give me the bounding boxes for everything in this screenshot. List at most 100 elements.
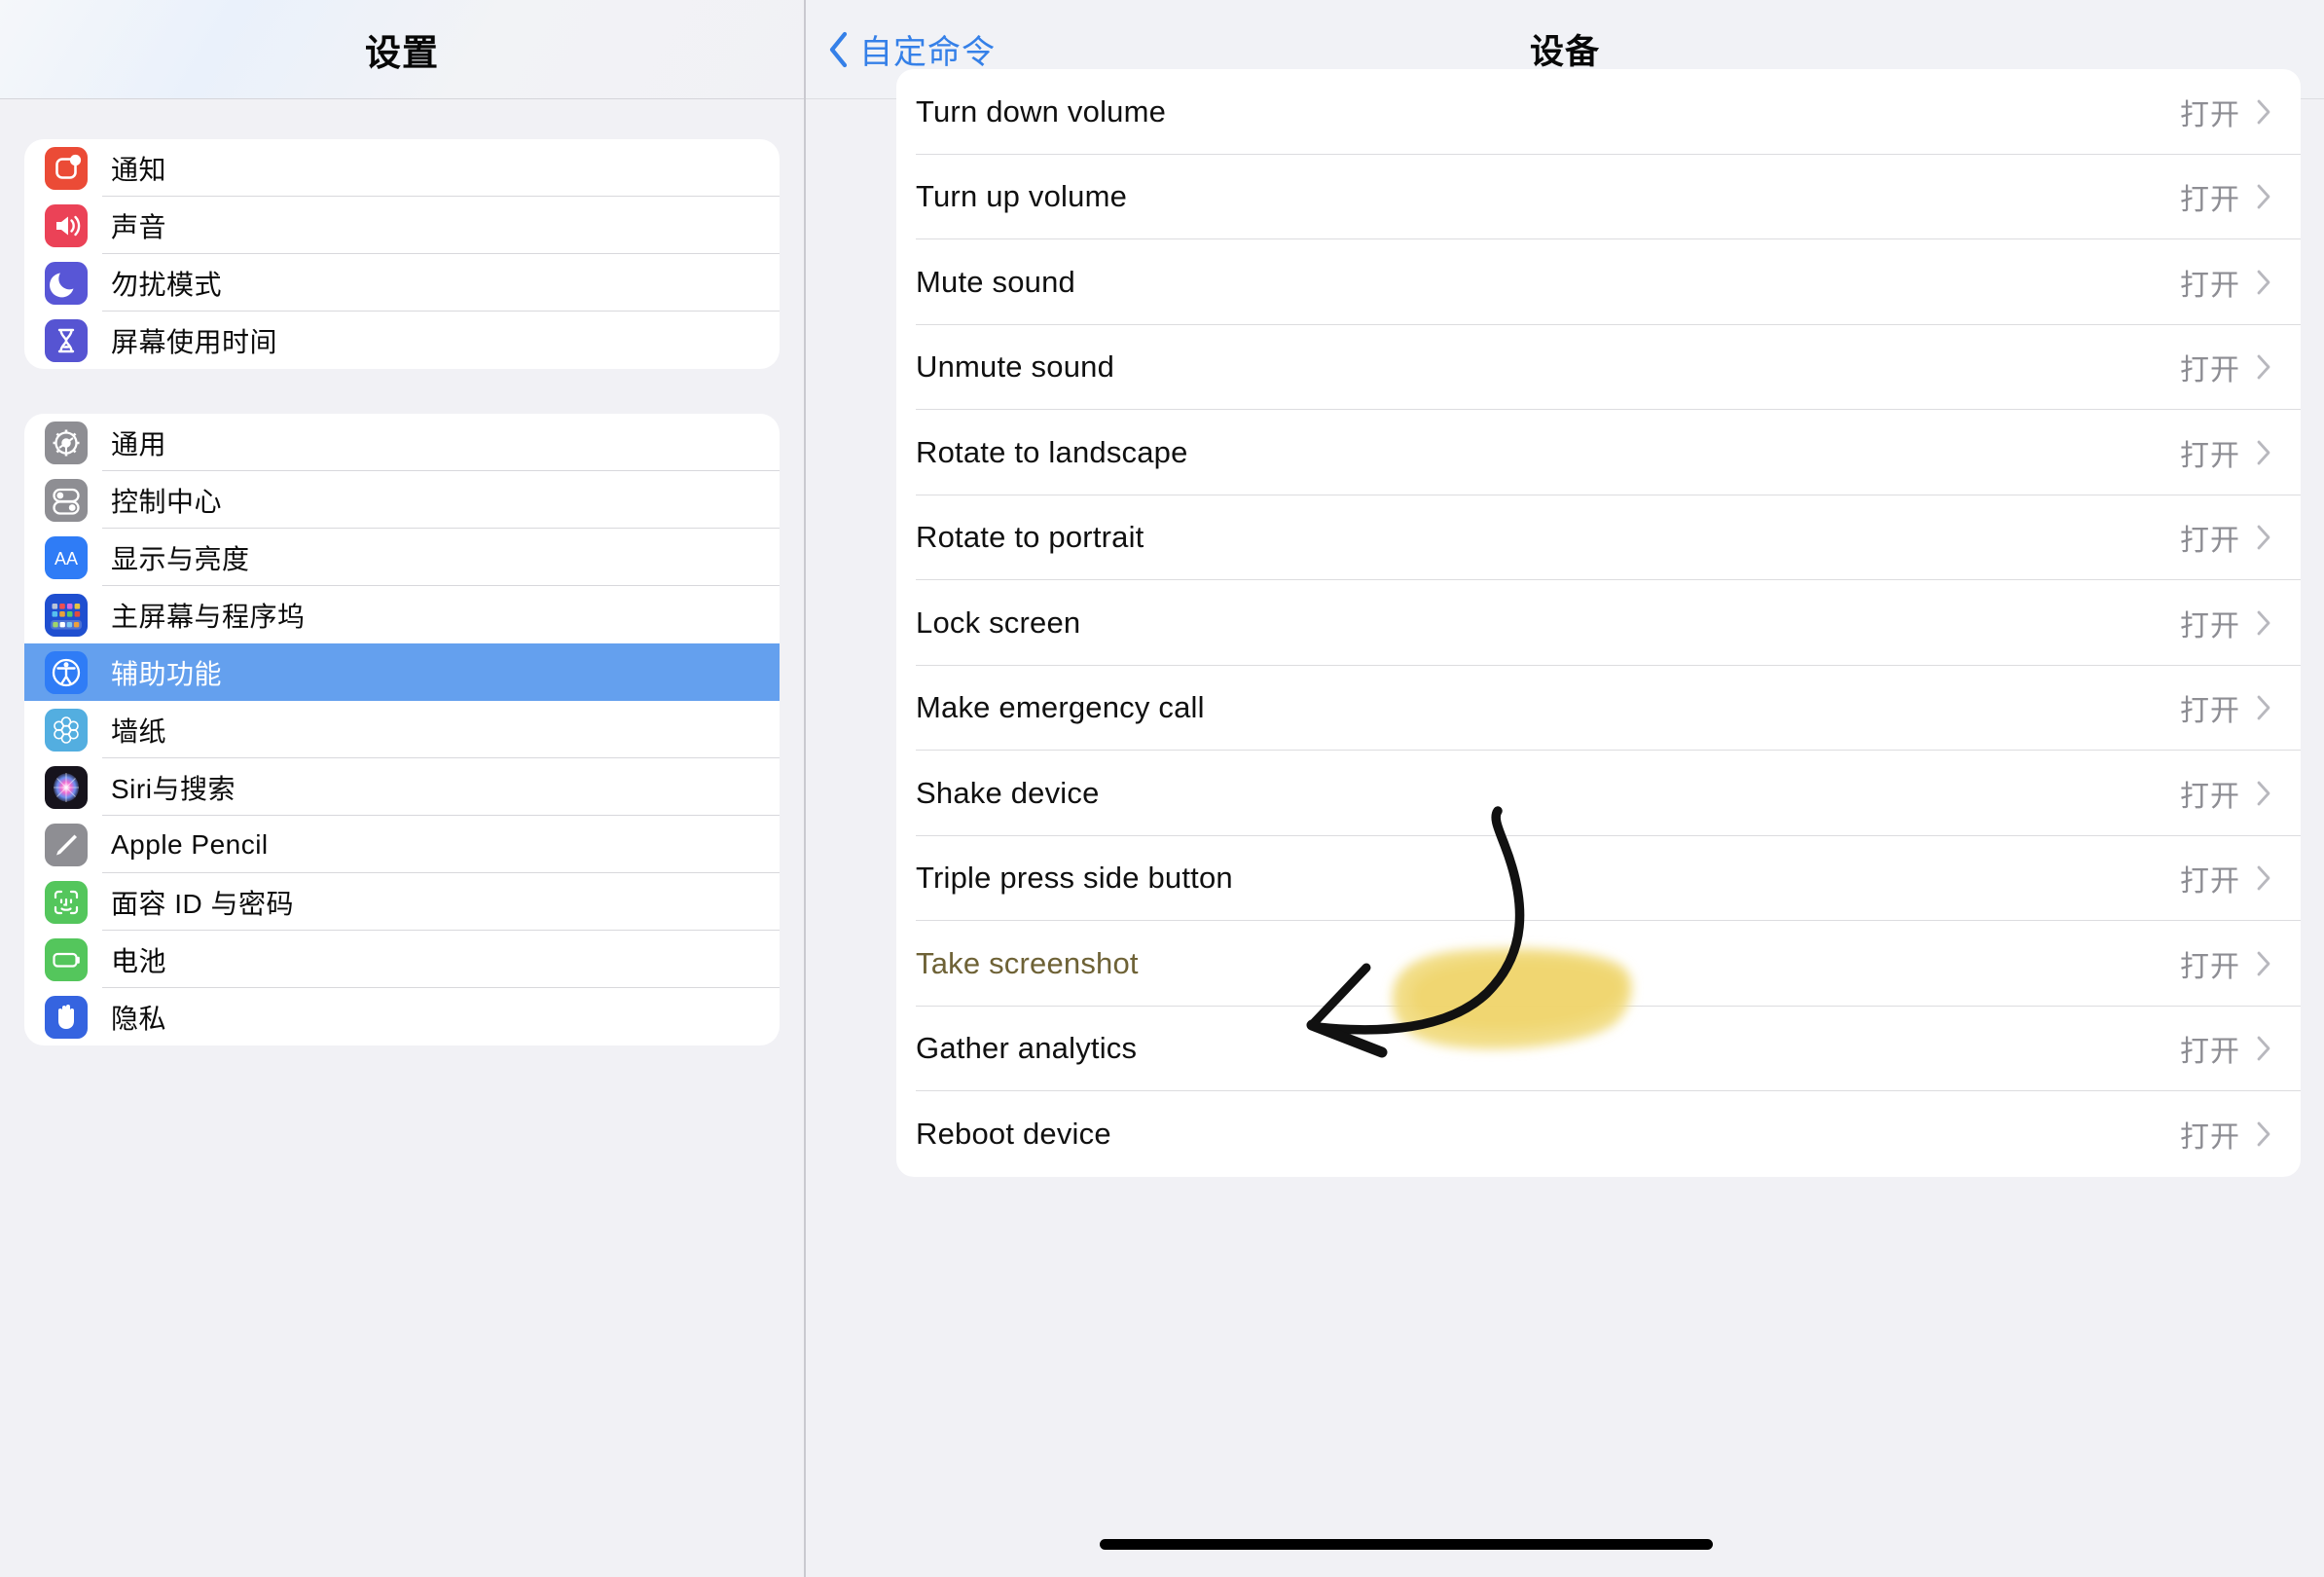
- sidebar-item-label: 声音: [111, 211, 167, 242]
- command-name: Reboot device: [916, 1116, 1111, 1151]
- sidebar-item-general[interactable]: 通用: [24, 414, 780, 471]
- list-item[interactable]: Unmute sound 打开: [896, 325, 2301, 410]
- chevron-right-icon: [2257, 99, 2270, 125]
- sidebar-item-label: Apple Pencil: [111, 828, 269, 860]
- control-center-icon: [45, 478, 88, 522]
- list-item[interactable]: Mute sound 打开: [896, 239, 2301, 325]
- sidebar-item-label: 隐私: [111, 1003, 167, 1034]
- command-name: Gather analytics: [916, 1031, 1138, 1066]
- command-value: 打开: [2180, 269, 2240, 302]
- accessibility-icon: [45, 650, 88, 694]
- battery-icon: [45, 937, 88, 981]
- sidebar-item-screen-time[interactable]: 屏幕使用时间: [24, 312, 780, 369]
- display-brightness-icon: AA: [45, 535, 88, 579]
- chevron-right-icon: [2257, 781, 2270, 806]
- chevron-left-icon: [829, 31, 848, 67]
- sidebar-item-label: 通用: [111, 428, 167, 459]
- sidebar-item-privacy[interactable]: 隐私: [24, 988, 780, 1045]
- detail-pane: 自定命令 设备 Turn down volume 打开 Turn up volu…: [806, 0, 2324, 1577]
- command-name: Lock screen: [916, 605, 1081, 640]
- detail-title: 设备: [1529, 33, 1600, 71]
- list-item[interactable]: Make emergency call 打开: [896, 666, 2301, 751]
- sidebar-item-display-brightness[interactable]: AA 显示与亮度: [24, 529, 780, 586]
- sidebar-item-label: 电池: [111, 945, 167, 976]
- command-name: Turn up volume: [916, 179, 1128, 214]
- back-button-label: 自定命令: [859, 34, 996, 71]
- sidebar-group-1: 通知 声音 勿扰模式 屏幕使用时间: [24, 139, 780, 369]
- general-gear-icon: [45, 421, 88, 464]
- chevron-right-icon: [2257, 951, 2270, 976]
- chevron-right-icon: [2257, 184, 2270, 209]
- list-item[interactable]: Lock screen 打开: [896, 580, 2301, 666]
- sidebar-item-wallpaper[interactable]: 墙纸: [24, 701, 780, 758]
- sidebar-item-label: 通知: [111, 154, 167, 185]
- command-name: Rotate to portrait: [916, 520, 1144, 555]
- apple-pencil-icon: [45, 823, 88, 866]
- sound-icon: [45, 203, 88, 247]
- chevron-right-icon: [2257, 270, 2270, 295]
- sidebar-header: 设置: [0, 0, 804, 99]
- chevron-right-icon: [2257, 1121, 2270, 1147]
- sidebar-item-do-not-disturb[interactable]: 勿扰模式: [24, 254, 780, 312]
- command-value: 打开: [2180, 695, 2240, 728]
- face-id-passcode-icon: [45, 880, 88, 924]
- do-not-disturb-icon: [45, 261, 88, 305]
- list-item[interactable]: Turn down volume 打开: [896, 69, 2301, 155]
- screen-time-icon: [45, 318, 88, 362]
- command-name: Unmute sound: [916, 349, 1115, 385]
- sidebar-item-face-id-passcode[interactable]: 面容 ID 与密码: [24, 873, 780, 931]
- device-commands-card: Turn down volume 打开 Turn up volume 打开 Mu…: [896, 69, 2301, 1177]
- list-item-take-screenshot[interactable]: Take screenshot 打开: [896, 921, 2301, 1007]
- sidebar-item-label: 屏幕使用时间: [111, 326, 278, 357]
- home-indicator: [1100, 1539, 1713, 1550]
- list-item[interactable]: Gather analytics 打开: [896, 1007, 2301, 1091]
- command-name: Mute sound: [916, 264, 1075, 299]
- list-item[interactable]: Shake device 打开: [896, 751, 2301, 836]
- sidebar-item-label: 勿扰模式: [111, 269, 223, 300]
- sidebar-item-battery[interactable]: 电池: [24, 931, 780, 988]
- command-value: 打开: [2180, 184, 2240, 217]
- sidebar-item-label: 面容 ID 与密码: [111, 888, 295, 919]
- sidebar-item-label: 主屏幕与程序坞: [111, 601, 306, 632]
- siri-search-icon: [45, 765, 88, 809]
- sidebar-group-2: 通用 控制中心 AA 显示与亮度 主屏幕与程序坞 辅助功能 墙纸 Siri与搜索…: [24, 414, 780, 1045]
- sidebar-item-notifications[interactable]: 通知: [24, 139, 780, 197]
- sidebar-item-apple-pencil[interactable]: Apple Pencil: [24, 816, 780, 873]
- sidebar-item-label: Siri与搜索: [111, 773, 236, 804]
- svg-text:AA: AA: [54, 549, 78, 568]
- chevron-right-icon: [2257, 354, 2270, 380]
- command-value: 打开: [2180, 525, 2240, 558]
- sidebar-scroll-area[interactable]: 通知 声音 勿扰模式 屏幕使用时间 通用 控制中心 AA 显示与亮度 主屏幕与程…: [0, 139, 804, 1045]
- notifications-icon: [45, 146, 88, 190]
- sidebar-item-label: 辅助功能: [111, 658, 223, 689]
- ipad-settings-window: 设置 通知 声音 勿扰模式 屏幕使用时间 通用 控制中心 AA 显示与亮度 主屏…: [0, 0, 2324, 1577]
- sidebar-item-sounds[interactable]: 声音: [24, 197, 780, 254]
- sidebar-item-home-screen-dock[interactable]: 主屏幕与程序坞: [24, 586, 780, 643]
- page-title: 设置: [365, 32, 439, 73]
- chevron-right-icon: [2257, 695, 2270, 720]
- list-item[interactable]: Rotate to landscape 打开: [896, 410, 2301, 495]
- list-item[interactable]: Reboot device 打开: [896, 1091, 2301, 1177]
- command-value: 打开: [2180, 865, 2240, 899]
- list-item[interactable]: Turn up volume 打开: [896, 155, 2301, 239]
- command-name: Rotate to landscape: [916, 434, 1188, 469]
- list-item[interactable]: Triple press side button 打开: [896, 836, 2301, 921]
- sidebar-item-label: 显示与亮度: [111, 543, 250, 574]
- sidebar-item-siri-search[interactable]: Siri与搜索: [24, 758, 780, 816]
- chevron-right-icon: [2257, 865, 2270, 891]
- settings-sidebar: 设置 通知 声音 勿扰模式 屏幕使用时间 通用 控制中心 AA 显示与亮度 主屏…: [0, 0, 806, 1577]
- list-item[interactable]: Rotate to portrait 打开: [896, 495, 2301, 580]
- command-value: 打开: [2180, 609, 2240, 642]
- command-value: 打开: [2180, 780, 2240, 813]
- command-value: 打开: [2180, 1036, 2240, 1069]
- command-value: 打开: [2180, 439, 2240, 472]
- command-name: Shake device: [916, 775, 1100, 810]
- chevron-right-icon: [2257, 610, 2270, 636]
- command-name: Turn down volume: [916, 93, 1167, 128]
- back-button[interactable]: 自定命令: [827, 25, 996, 73]
- wallpaper-icon: [45, 708, 88, 752]
- command-value: 打开: [2180, 98, 2240, 131]
- sidebar-item-control-center[interactable]: 控制中心: [24, 471, 780, 529]
- sidebar-item-accessibility[interactable]: 辅助功能: [24, 643, 780, 701]
- chevron-right-icon: [2257, 440, 2270, 465]
